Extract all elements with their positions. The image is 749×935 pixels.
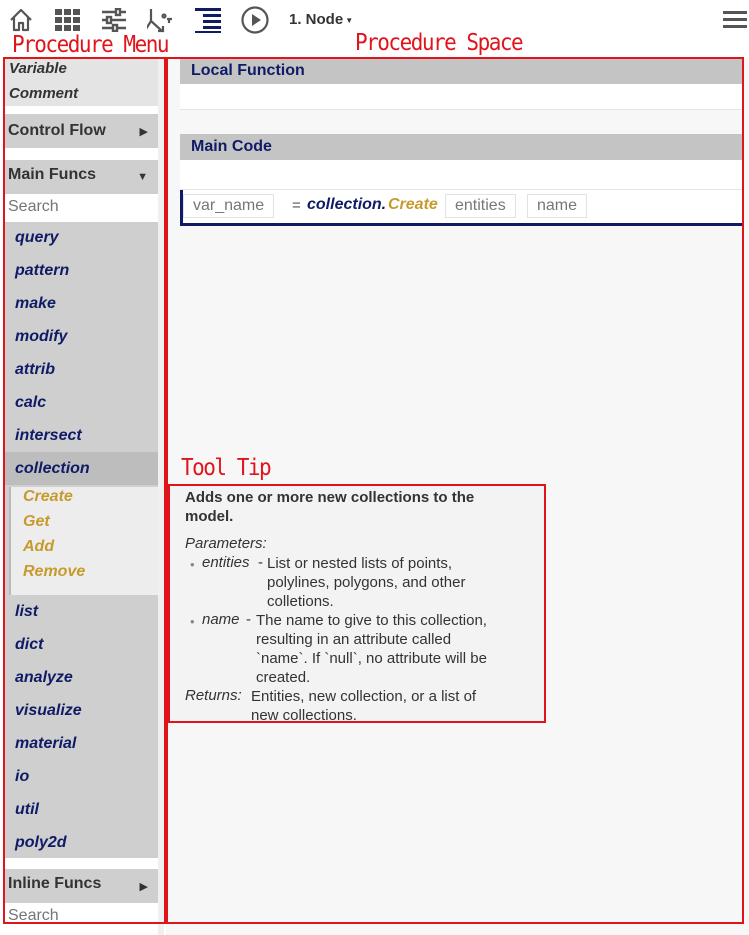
argument-input-entities[interactable]: entities xyxy=(445,194,516,218)
node-selector[interactable]: 1. Node ▼ xyxy=(289,11,353,28)
main-code-empty-line[interactable] xyxy=(180,160,742,190)
menu-resize-gutter[interactable] xyxy=(158,58,164,935)
section-label: Control Flow xyxy=(8,122,106,139)
chevron-right-icon: ▶ xyxy=(139,881,148,893)
func-item[interactable]: util xyxy=(15,801,39,819)
bullet-icon: • xyxy=(190,557,195,572)
returns-description-line: new collections. xyxy=(251,707,357,724)
grid-icon[interactable] xyxy=(54,6,82,34)
menu-section-inline-funcs[interactable]: Inline Funcs ▶ xyxy=(3,869,158,903)
func-item[interactable]: calc xyxy=(15,394,46,412)
hamburger-icon[interactable] xyxy=(722,6,748,34)
menu-section-control-flow[interactable]: Control Flow ▶ xyxy=(3,114,158,148)
func-item[interactable]: poly2d xyxy=(15,834,67,852)
param-description-line: List or nested lists of points, xyxy=(267,555,453,572)
home-icon[interactable] xyxy=(7,6,35,34)
func-item-selected[interactable]: collection xyxy=(15,460,90,478)
tooltip-title: Adds one or more new collections to the … xyxy=(185,489,475,525)
assignment-operator: = xyxy=(292,197,301,214)
func-item[interactable]: pattern xyxy=(15,262,69,280)
caret-down-icon: ▼ xyxy=(345,15,354,25)
section-title: Main Code xyxy=(191,138,272,155)
section-label: Main Funcs xyxy=(8,166,97,183)
node-label: 1. Node xyxy=(289,11,344,28)
func-item[interactable]: dict xyxy=(15,636,43,654)
play-icon[interactable] xyxy=(240,6,270,34)
func-item[interactable]: analyze xyxy=(15,669,73,687)
menu-item-variable[interactable]: Variable xyxy=(9,60,67,77)
sub-func-item[interactable]: Get xyxy=(23,513,50,531)
argument-input-name[interactable]: name xyxy=(527,194,588,218)
function-name: Create xyxy=(388,196,438,213)
sub-function-list: Create Get Add Remove xyxy=(9,487,158,595)
param-description-line: The name to give to this collection, xyxy=(256,612,487,629)
function-module: collection. xyxy=(307,196,387,213)
param-description-line: `name`. If `null`, no attribute will be xyxy=(256,650,487,667)
menu-item-comment[interactable]: Comment xyxy=(9,85,78,102)
sub-func-item[interactable]: Add xyxy=(23,538,54,556)
func-item[interactable]: list xyxy=(15,603,38,621)
param-description-line: created. xyxy=(256,669,311,686)
func-item[interactable]: intersect xyxy=(15,427,82,445)
annotation-tool-tip: Tool Tip xyxy=(181,454,272,481)
chevron-down-icon: ▼ xyxy=(137,171,148,183)
flowchart-icon[interactable] xyxy=(146,6,174,34)
section-title: Local Function xyxy=(191,62,305,79)
func-item[interactable]: material xyxy=(15,735,76,753)
param-separator: - xyxy=(258,554,263,571)
main-code-header[interactable]: Main Code xyxy=(180,134,742,160)
function-tooltip: Adds one or more new collections to the … xyxy=(170,485,544,724)
menu-section-main-funcs[interactable]: Main Funcs ▼ xyxy=(3,160,158,194)
annotation-procedure-menu: Procedure Menu xyxy=(12,31,170,58)
parameters-label: Parameters: xyxy=(185,535,267,552)
sliders-icon[interactable] xyxy=(100,6,128,34)
func-item[interactable]: modify xyxy=(15,328,67,346)
section-label: Inline Funcs xyxy=(8,875,102,892)
indent-icon[interactable] xyxy=(194,6,222,34)
returns-description-line: Entities, new collection, or a list of xyxy=(251,688,477,705)
bullet-icon: • xyxy=(190,614,195,629)
param-description-line: polylines, polygons, and other xyxy=(267,574,466,591)
param-separator: - xyxy=(246,611,251,628)
inline-funcs-search-input[interactable] xyxy=(3,903,158,929)
func-item[interactable]: make xyxy=(15,295,56,313)
chevron-right-icon: ▶ xyxy=(139,126,148,138)
param-name: entities xyxy=(202,554,250,571)
sub-func-item[interactable]: Remove xyxy=(23,563,85,581)
param-description-line: colletions. xyxy=(267,593,334,610)
func-item[interactable]: attrib xyxy=(15,361,55,379)
local-function-body[interactable] xyxy=(180,84,742,110)
func-item[interactable]: io xyxy=(15,768,29,786)
param-name: name xyxy=(202,611,240,628)
main-funcs-search-input[interactable] xyxy=(3,194,158,220)
param-description-line: resulting in an attribute called xyxy=(256,631,452,648)
code-line[interactable]: var_name = collection. Create entities n… xyxy=(180,190,742,226)
procedure-menu: Variable Comment Control Flow ▶ Main Fun… xyxy=(3,58,158,935)
local-function-header[interactable]: Local Function xyxy=(180,58,742,84)
func-item[interactable]: query xyxy=(15,229,59,247)
annotation-procedure-space: Procedure Space xyxy=(355,29,524,56)
variable-name-input[interactable]: var_name xyxy=(183,194,275,218)
menu-top-items: Variable Comment xyxy=(3,58,158,106)
sub-func-item[interactable]: Create xyxy=(23,488,73,506)
func-item[interactable]: visualize xyxy=(15,702,82,720)
returns-label: Returns: xyxy=(185,687,242,704)
